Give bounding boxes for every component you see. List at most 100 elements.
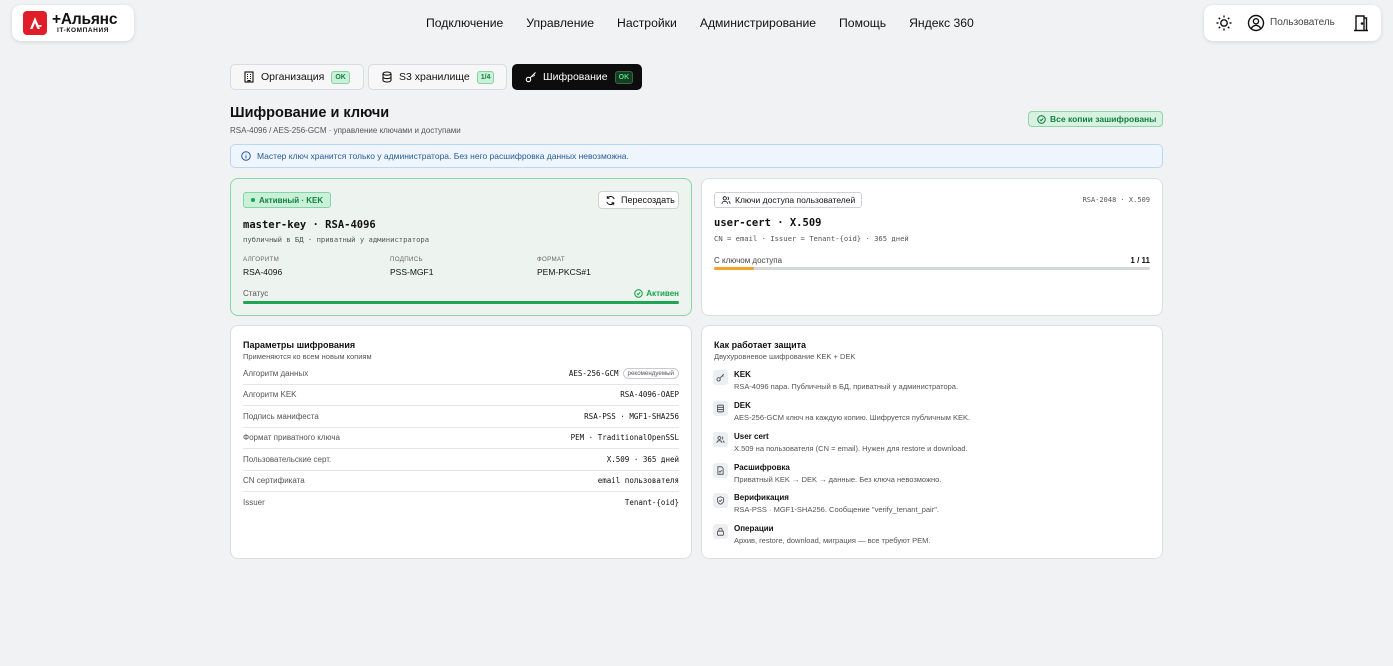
user-cert-card: Ключи доступа пользователей RSA-2048 · X…	[701, 178, 1163, 316]
kek-field-algorithm: АЛГОРИТМ RSA-4096	[243, 256, 282, 277]
refresh-icon	[606, 195, 615, 205]
main-nav: Подключение Управление Настройки Админис…	[426, 16, 997, 30]
param-row: Пользовательские серт. X.509 · 365 дней	[243, 449, 679, 471]
how-item-title: Операции	[734, 524, 774, 533]
param-label: Формат приватного ключа	[243, 433, 340, 443]
brand-mark-icon	[23, 11, 47, 35]
encryption-params-card: Параметры шифрования Применяются ко всем…	[230, 325, 692, 559]
how-item-desc: X.509 на пользователя (CN = email). Нуже…	[734, 444, 968, 453]
user-label[interactable]: Пользователь	[1270, 17, 1335, 28]
check-circle-icon	[1037, 114, 1046, 124]
how-item-desc: RSA-PSS · MGF1-SHA256. Сообщение "verify…	[734, 505, 939, 514]
logout-door-icon[interactable]	[1352, 14, 1370, 34]
how-item-desc: Приватный KEK → DEK → данные. Без ключа …	[734, 475, 942, 484]
user-cert-title: user-cert · X.509	[714, 217, 822, 229]
param-row: Issuer Tenant-{oid}	[243, 492, 679, 514]
params-title: Параметры шифрования	[243, 340, 356, 350]
kek-field-format: ФОРМАТ PEM-PKCS#1	[537, 256, 591, 277]
theme-toggle-sun-icon[interactable]	[1215, 14, 1233, 34]
tab-s3-label: S3 хранилище	[399, 71, 470, 83]
how-item-title: Верификация	[734, 493, 789, 502]
how-subtitle: Двухуровневое шифрование KEK + DEK	[714, 352, 856, 361]
kek-status-text: Активен	[646, 289, 679, 298]
kek-field-value: PEM-PKCS#1	[537, 267, 591, 277]
user-toolbar: Пользователь	[1204, 5, 1381, 41]
rotate-key-button[interactable]: Пересоздать	[598, 191, 679, 209]
param-value: email пользователя	[597, 476, 679, 486]
param-value: RSA-4096-OAEP	[620, 390, 679, 400]
param-label: Пользовательские серт.	[243, 454, 332, 464]
how-item-title: Расшифровка	[734, 463, 790, 472]
param-label: Issuer	[243, 498, 265, 508]
kek-active-badge: Активный · KEK	[243, 192, 332, 208]
kek-status-bar	[243, 301, 679, 304]
info-banner-text: Мастер ключ хранится только у администра…	[257, 151, 629, 161]
param-row: Формат приватного ключа PEM · Traditiona…	[243, 428, 679, 449]
kek-field-value: RSA-4096	[243, 267, 283, 277]
nav-item-admin[interactable]: Администрирование	[700, 16, 816, 30]
tab-encryption[interactable]: Шифрование OK	[512, 64, 642, 90]
nav-item-settings[interactable]: Настройки	[617, 16, 677, 30]
param-label: Подпись манифеста	[243, 411, 319, 421]
how-item-desc: AES-256-GCM ключ на каждую копию. Шифруе…	[734, 413, 971, 422]
how-item-title: DEK	[734, 401, 751, 410]
user-cert-progress-track	[714, 267, 1150, 270]
brand-tagline: IT-КОМПАНИЯ	[57, 27, 110, 34]
file-check-icon	[713, 463, 728, 478]
tab-organization[interactable]: Организация OK	[230, 64, 364, 90]
tab-organization-label: Организация	[261, 71, 325, 83]
key-icon	[525, 71, 537, 83]
user-cert-progress-fill	[714, 267, 754, 270]
database-icon	[381, 71, 393, 83]
param-row: Алгоритм KEK RSA-4096-OAEP	[243, 385, 679, 406]
param-row: CN сертификата email пользователя	[243, 471, 679, 492]
brand-name: +Альянс	[52, 10, 118, 28]
nav-item-yandex360[interactable]: Яндекс 360	[909, 16, 974, 30]
kek-field-key: ФОРМАТ	[537, 256, 565, 263]
kek-field-value: PSS-MGF1	[390, 267, 434, 277]
param-value: Tenant-{oid}	[624, 498, 679, 508]
param-label: Алгоритм данных	[243, 368, 309, 378]
how-item-desc: Архив, restore, download, миграция — все…	[734, 536, 931, 545]
param-row: Подпись манифеста RSA-PSS · MGF1-SHA256	[243, 406, 679, 428]
key-icon	[713, 370, 728, 385]
tab-encryption-badge: OK	[614, 70, 634, 84]
params-subtitle: Применяются ко всем новым копиям	[243, 352, 372, 361]
tab-encryption-label: Шифрование	[543, 71, 608, 83]
database-icon	[713, 401, 728, 416]
param-row: Алгоритм данных AES-256-GCM рекомендуемый	[243, 363, 679, 385]
brand-logo[interactable]: +Альянс IT-КОМПАНИЯ	[12, 5, 134, 41]
kek-title: master-key · RSA-4096	[243, 219, 376, 231]
recommended-tag: рекомендуемый	[622, 367, 679, 379]
page-title: Шифрование и ключи	[230, 105, 390, 121]
how-it-works-card: Как работает защита Двухуровневое шифров…	[701, 325, 1163, 559]
how-title: Как работает защита	[714, 340, 807, 350]
user-keys-button[interactable]: Ключи доступа пользователей	[714, 192, 863, 208]
encryption-status-text: Все копии зашифрованы	[1050, 114, 1157, 124]
page-subtitle: RSA-4096 / AES-256-GCM · управление ключ…	[230, 126, 461, 135]
how-item-title: User cert	[734, 432, 769, 441]
kek-card: Активный · KEK Пересоздать master-key · …	[230, 178, 692, 316]
kek-field-signature: ПОДПИСЬ PSS-MGF1	[390, 256, 433, 277]
kek-subtitle: публичный в БД · приватный у администрат…	[243, 235, 430, 244]
user-cert-progress-label: С ключом доступа	[714, 256, 783, 265]
nav-item-manage[interactable]: Управление	[526, 16, 594, 30]
encryption-status-badge: Все копии зашифрованы	[1028, 111, 1163, 127]
shield-check-icon	[713, 493, 728, 508]
param-value: AES-256-GCM рекомендуемый	[569, 367, 679, 379]
building-icon	[243, 71, 255, 83]
nav-item-help[interactable]: Помощь	[839, 16, 886, 30]
param-label: Алгоритм KEK	[243, 390, 297, 400]
nav-item-connect[interactable]: Подключение	[426, 16, 503, 30]
user-keys-label: Ключи доступа пользователей	[735, 195, 856, 205]
param-label: CN сертификата	[243, 476, 305, 486]
tab-s3-storage[interactable]: S3 хранилище 1/4	[368, 64, 507, 90]
param-value: RSA-PSS · MGF1-SHA256	[584, 411, 679, 421]
users-icon	[713, 432, 728, 447]
check-circle-icon	[634, 289, 644, 298]
lock-icon	[713, 524, 728, 539]
user-avatar-icon[interactable]	[1247, 14, 1265, 34]
kek-field-key: ПОДПИСЬ	[390, 256, 423, 263]
user-cert-progress-value: 1 / 11	[1130, 256, 1150, 265]
param-value: X.509 · 365 дней	[606, 454, 679, 464]
